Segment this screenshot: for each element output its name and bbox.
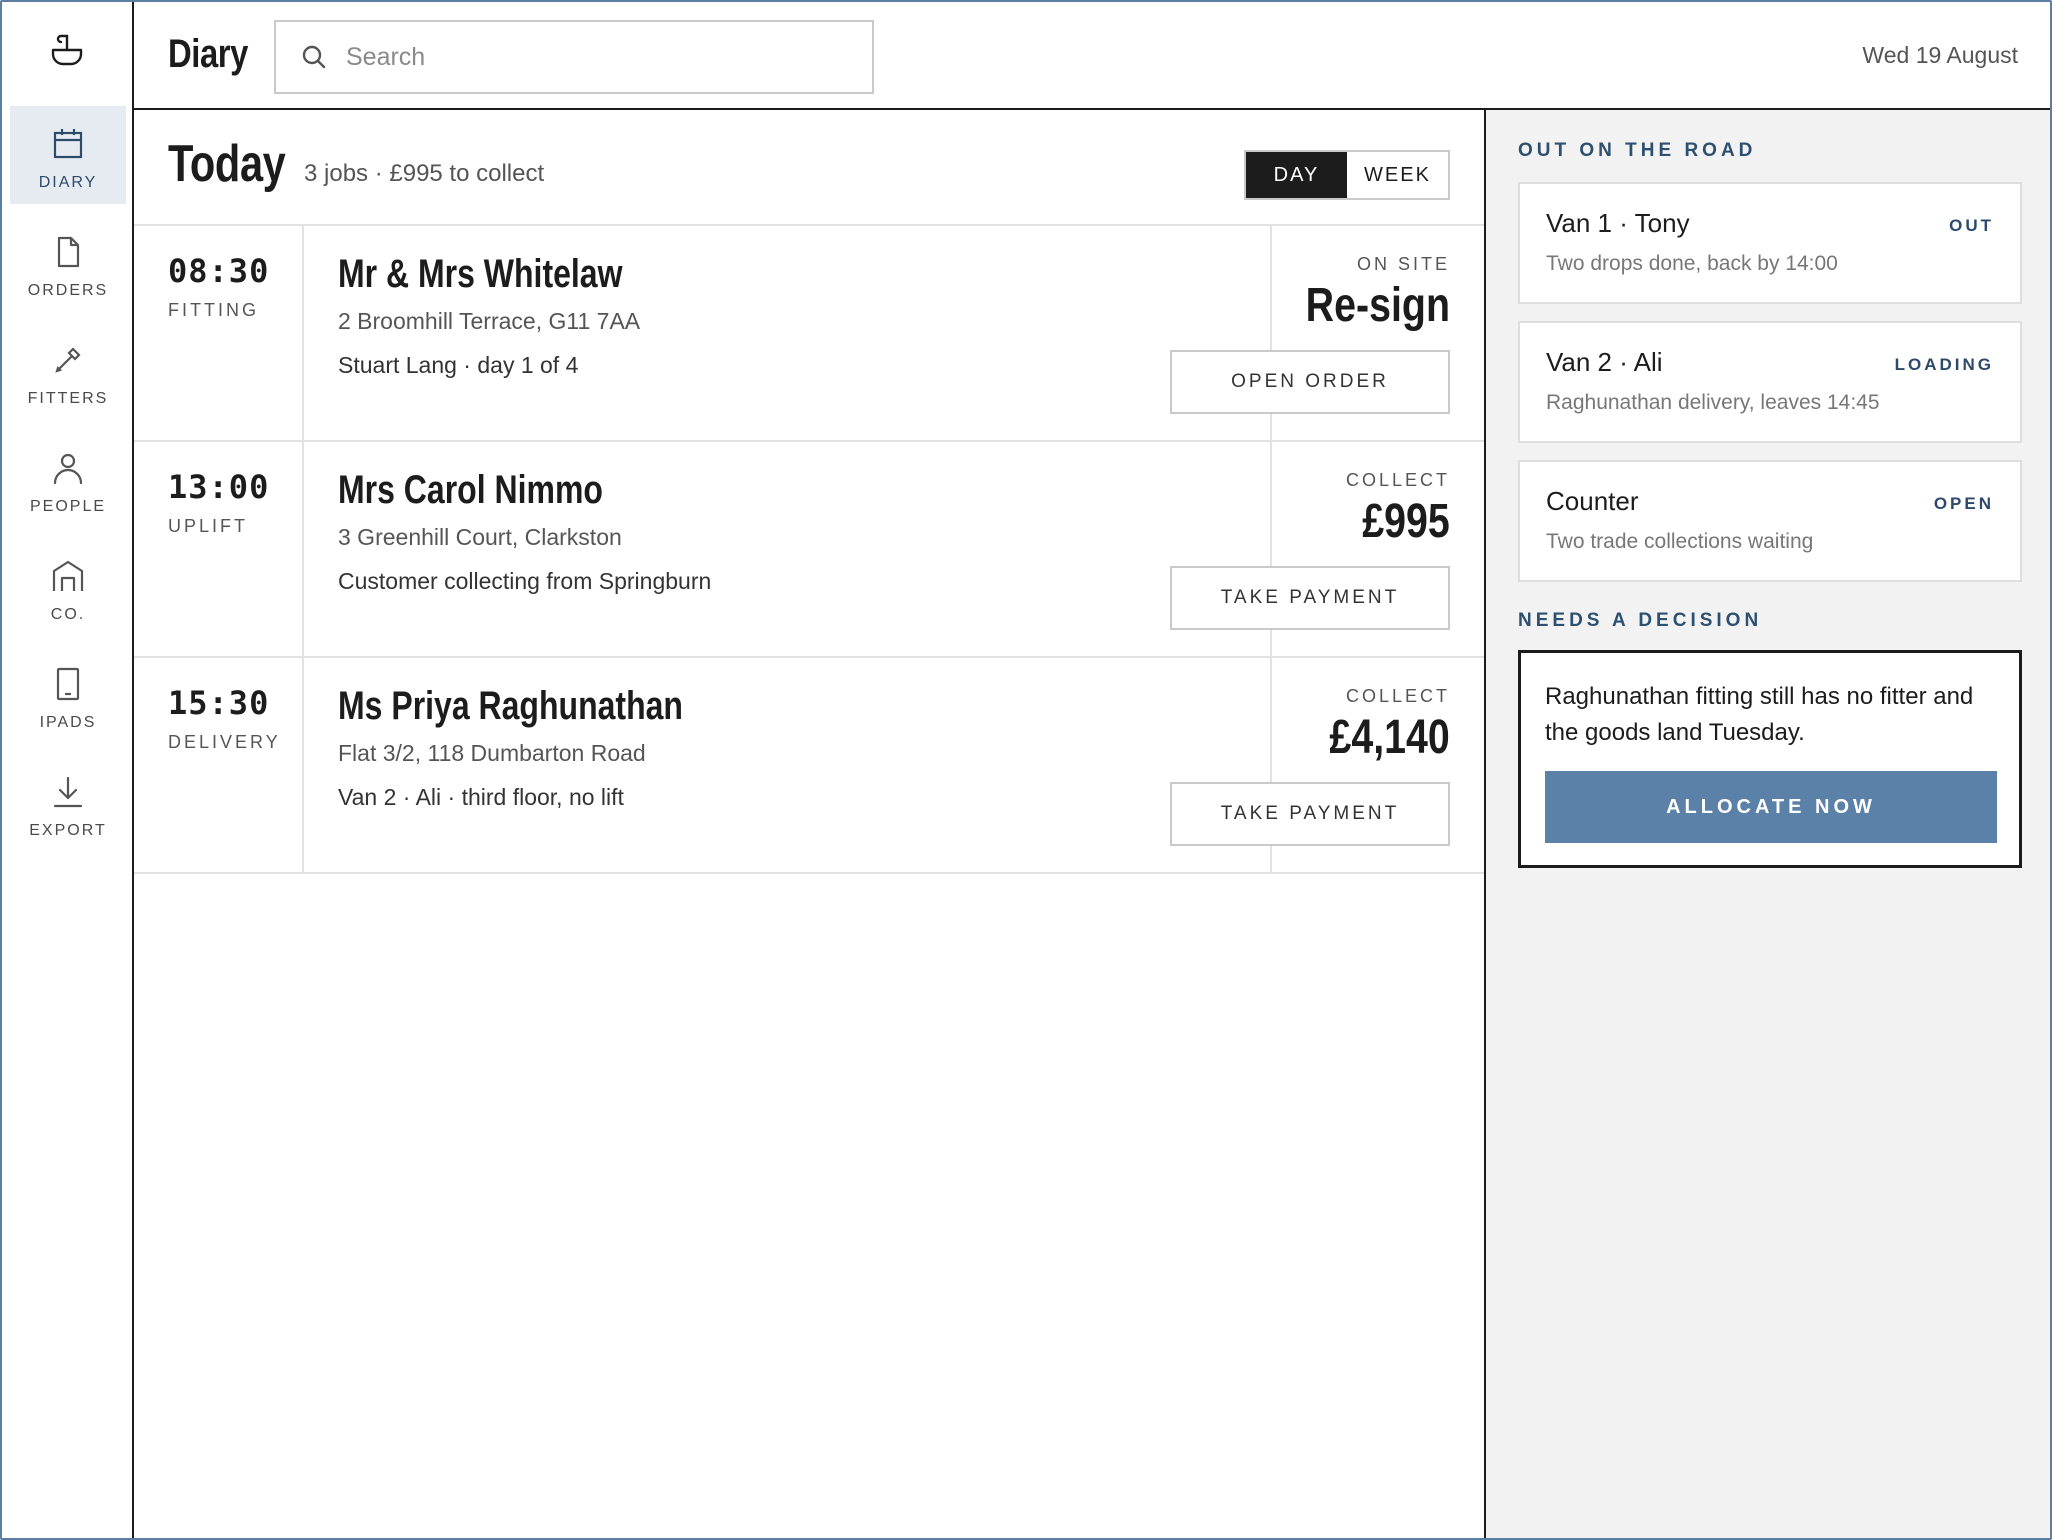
- road-card-state: OUT: [1949, 216, 1994, 235]
- search-input[interactable]: [346, 42, 826, 72]
- job-time-column: 15:30 DELIVERY: [134, 658, 304, 872]
- road-card[interactable]: Van 1 · Tony OUT Two drops done, back by…: [1518, 182, 2022, 304]
- sidebar-item-label: IPADS: [39, 714, 97, 731]
- job-time-column: 08:30 FITTING: [134, 226, 304, 440]
- job-customer-name: Ms Priya Raghunathan: [338, 684, 683, 728]
- job-kind: UPLIFT: [168, 516, 249, 536]
- sidebar-item-ipads[interactable]: IPADS: [10, 646, 126, 744]
- section-title-road: OUT ON THE ROAD: [1518, 140, 1757, 161]
- side-panel: OUT ON THE ROAD Van 1 · Tony OUT Two dro…: [1484, 110, 2050, 1538]
- decision-card: Raghunathan fitting still has no fitter …: [1518, 650, 2022, 868]
- job-address: 3 Greenhill Court, Clarkston: [338, 524, 622, 550]
- decision-text: Raghunathan fitting still has no fitter …: [1545, 683, 1974, 746]
- job-time: 15:30: [168, 684, 270, 722]
- search-box[interactable]: [274, 20, 874, 94]
- page-title: Diary: [168, 32, 249, 76]
- sidebar-item-label: ORDERS: [27, 282, 109, 299]
- document-icon: [48, 232, 88, 272]
- tablet-icon: [48, 664, 88, 704]
- road-card-description: Two trade collections waiting: [1546, 530, 1814, 553]
- job-details: Mrs Carol Nimmo 3 Greenhill Court, Clark…: [304, 442, 1272, 656]
- job-actions: COLLECT £4,140 TAKE PAYMENT: [1170, 658, 1484, 872]
- job-customer-name: Mrs Carol Nimmo: [338, 468, 603, 512]
- road-card-name: Counter: [1546, 486, 1639, 516]
- sidebar-item-label: FITTERS: [27, 390, 109, 407]
- today-header: Today 3 jobs · £995 to collect DAY WEEK: [134, 110, 1484, 226]
- sidebar-item-export[interactable]: EXPORT: [10, 754, 126, 852]
- take-payment-button[interactable]: TAKE PAYMENT: [1170, 782, 1450, 846]
- job-value: £995: [1362, 495, 1450, 548]
- road-card-state: OPEN: [1933, 494, 1994, 513]
- sidebar-item-people[interactable]: PEOPLE: [10, 430, 126, 528]
- job-actions: COLLECT £995 TAKE PAYMENT: [1170, 442, 1484, 656]
- sidebar-item-orders[interactable]: ORDERS: [10, 214, 126, 312]
- sidebar-item-label: CO.: [50, 606, 86, 623]
- view-toggle: DAY WEEK: [1244, 150, 1450, 200]
- road-card-state: LOADING: [1894, 355, 1994, 374]
- job-details: Ms Priya Raghunathan Flat 3/2, 118 Dumba…: [304, 658, 1272, 872]
- road-card[interactable]: Van 2 · Ali LOADING Raghunathan delivery…: [1518, 321, 2022, 443]
- job-actions: ON SITE Re-sign OPEN ORDER: [1170, 226, 1484, 440]
- job-status: COLLECT: [1345, 686, 1450, 706]
- job-address: Flat 3/2, 118 Dumbarton Road: [338, 740, 646, 766]
- allocate-now-button[interactable]: ALLOCATE NOW: [1545, 771, 1997, 843]
- job-time: 13:00: [168, 468, 270, 506]
- job-row[interactable]: 08:30 FITTING Mr & Mrs Whitelaw 2 Broomh…: [134, 226, 1484, 442]
- sidebar-item-diary[interactable]: DIARY: [10, 106, 126, 204]
- search-icon: [302, 45, 326, 69]
- toggle-day-button[interactable]: DAY: [1246, 152, 1347, 198]
- calendar-icon: [48, 124, 88, 164]
- road-card-description: Raghunathan delivery, leaves 14:45: [1546, 391, 1880, 414]
- job-kind: DELIVERY: [168, 732, 281, 752]
- job-value: £4,140: [1329, 711, 1450, 764]
- road-card-name: Van 2 · Ali: [1546, 347, 1663, 377]
- job-status: COLLECT: [1345, 470, 1450, 490]
- job-row[interactable]: 15:30 DELIVERY Ms Priya Raghunathan Flat…: [134, 658, 1484, 874]
- job-time-column: 13:00 UPLIFT: [134, 442, 304, 656]
- sidebar-item-label: EXPORT: [29, 822, 107, 839]
- job-address: 2 Broomhill Terrace, G11 7AA: [338, 308, 641, 334]
- app-window: DIARY ORDERS FITTERS PEOPLE CO. IPADS EX…: [0, 0, 2052, 1540]
- road-card-description: Two drops done, back by 14:00: [1546, 252, 1838, 275]
- tool-icon: [48, 340, 88, 380]
- building-icon: [48, 556, 88, 596]
- job-note: Stuart Lang · day 1 of 4: [338, 352, 579, 378]
- job-row[interactable]: 13:00 UPLIFT Mrs Carol Nimmo 3 Greenhill…: [134, 442, 1484, 658]
- sidebar-item-company[interactable]: CO.: [10, 538, 126, 636]
- download-icon: [48, 772, 88, 812]
- sidebar-item-label: DIARY: [38, 174, 98, 191]
- sidebar-item-fitters[interactable]: FITTERS: [10, 322, 126, 420]
- today-title: Today: [168, 135, 286, 193]
- job-kind: FITTING: [168, 300, 259, 320]
- today-summary: 3 jobs · £995 to collect: [304, 160, 545, 187]
- job-note: Van 2 · Ali · third floor, no lift: [338, 784, 624, 810]
- job-value: Re-sign: [1305, 279, 1450, 332]
- diary-main: Today 3 jobs · £995 to collect DAY WEEK …: [134, 110, 1484, 1538]
- job-note: Customer collecting from Springburn: [338, 568, 712, 594]
- app-logo[interactable]: [2, 2, 132, 98]
- current-date: Wed 19 August: [1862, 42, 2018, 68]
- take-payment-button[interactable]: TAKE PAYMENT: [1170, 566, 1450, 630]
- road-card[interactable]: Counter OPEN Two trade collections waiti…: [1518, 460, 2022, 582]
- person-icon: [48, 448, 88, 488]
- job-customer-name: Mr & Mrs Whitelaw: [338, 252, 623, 296]
- top-bar: Diary Wed 19 August: [134, 2, 2050, 110]
- job-status: ON SITE: [1356, 254, 1450, 274]
- basin-logo-icon: [51, 34, 83, 66]
- road-card-name: Van 1 · Tony: [1546, 208, 1690, 238]
- toggle-week-button[interactable]: WEEK: [1347, 152, 1448, 198]
- job-details: Mr & Mrs Whitelaw 2 Broomhill Terrace, G…: [304, 226, 1272, 440]
- section-title-decision: NEEDS A DECISION: [1518, 610, 1763, 631]
- sidebar-item-label: PEOPLE: [29, 498, 107, 515]
- job-time: 08:30: [168, 252, 270, 290]
- open-order-button[interactable]: OPEN ORDER: [1170, 350, 1450, 414]
- sidebar: DIARY ORDERS FITTERS PEOPLE CO. IPADS EX…: [2, 2, 134, 1538]
